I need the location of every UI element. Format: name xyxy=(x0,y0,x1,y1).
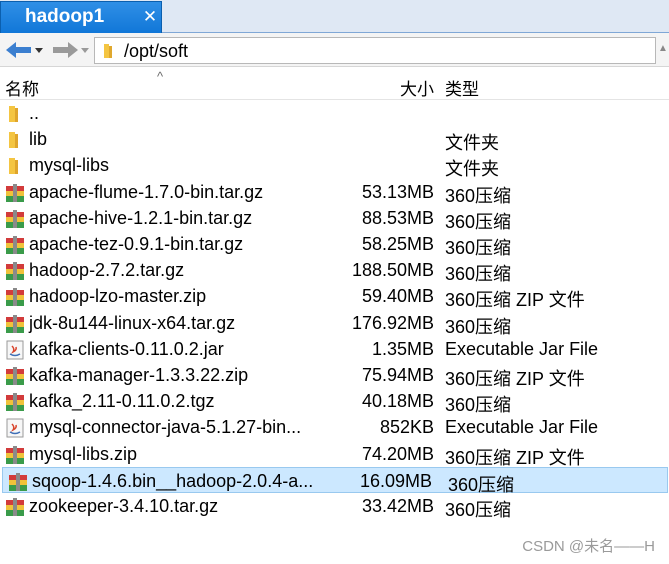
file-type: Executable Jar File xyxy=(445,338,599,359)
file-size: 40.18MB xyxy=(361,391,434,412)
archive-icon xyxy=(6,236,24,254)
file-size: 74.20MB xyxy=(361,443,434,464)
file-row[interactable]: sqoop-1.4.6.bin__hadoop-2.0.4-a... 16.09M… xyxy=(2,466,668,495)
file-name: mysql-libs xyxy=(29,155,110,176)
file-name: kafka-clients-0.11.0.2.jar xyxy=(29,338,224,359)
tab-bar: hadoop1 ✕ xyxy=(0,0,669,33)
file-name: kafka_2.11-0.11.0.2.tgz xyxy=(29,391,215,412)
file-type: 360压缩 xyxy=(445,264,512,285)
file-size: 75.94MB xyxy=(361,365,434,385)
archive-icon xyxy=(6,262,24,281)
column-type-header[interactable]: 类型 xyxy=(445,75,479,100)
file-row[interactable]: lib 文件夹 xyxy=(0,126,669,154)
file-size: 58.25MB xyxy=(361,234,434,254)
file-type: 360压缩 xyxy=(445,185,512,206)
file-size: 176.92MB xyxy=(351,312,434,333)
file-type: Executable Jar File xyxy=(445,417,599,438)
file-name: mysql-libs.zip xyxy=(29,443,138,464)
archive-icon xyxy=(6,367,24,385)
file-row[interactable]: kafka_2.11-0.11.0.2.tgz 40.18MB 360压缩 xyxy=(0,388,669,416)
archive-icon xyxy=(6,445,24,464)
back-arrow-icon[interactable] xyxy=(4,40,34,60)
file-name: mysql-connector-java-5.1.27-bin... xyxy=(29,417,302,438)
folder-icon xyxy=(9,106,18,122)
file-row[interactable]: kafka-clients-0.11.0.2.jar 1.35MB Executab… xyxy=(0,336,669,362)
folder-icon xyxy=(104,44,112,58)
archive-icon xyxy=(6,209,24,228)
file-name: lib xyxy=(29,129,48,150)
file-row[interactable]: hadoop-lzo-master.zip 59.40MB 360压缩 ZIP 文件 xyxy=(0,283,669,311)
file-size: 188.50MB xyxy=(351,260,434,281)
file-type: 360压缩 xyxy=(445,500,512,520)
file-name: jdk-8u144-linux-x64.tar.gz xyxy=(29,312,236,333)
folder-icon xyxy=(9,132,18,149)
file-name: hadoop-lzo-master.zip xyxy=(29,286,207,307)
file-row[interactable]: mysql-libs 文件夹 xyxy=(0,152,669,180)
file-size: 852KB xyxy=(379,417,434,438)
file-name: hadoop-2.7.2.tar.gz xyxy=(29,260,185,281)
watermark: CSDN @未名——H xyxy=(522,538,655,555)
file-row[interactable]: apache-hive-1.2.1-bin.tar.gz 88.53MB 360压缩 xyxy=(0,205,669,232)
file-name: apache-tez-0.9.1-bin.tar.gz xyxy=(29,234,244,254)
file-row[interactable]: mysql-libs.zip 74.20MB 360压缩 ZIP 文件 xyxy=(0,441,669,468)
column-name-header[interactable]: 名称 xyxy=(5,75,39,100)
address-bar: /opt/soft ▲ xyxy=(0,33,669,67)
file-type: 文件夹 xyxy=(445,133,499,154)
file-type: 360压缩 xyxy=(445,316,512,337)
file-name: .. xyxy=(29,103,40,123)
jar-icon xyxy=(6,418,24,438)
archive-icon xyxy=(6,183,24,202)
file-name: zookeeper-3.4.10.tar.gz xyxy=(29,496,219,516)
file-row[interactable]: .. xyxy=(0,100,669,126)
path-text: /opt/soft xyxy=(124,41,189,61)
file-type: 360压缩 xyxy=(445,395,512,416)
file-type: 360压缩 xyxy=(445,238,512,258)
folder-icon xyxy=(9,158,18,175)
archive-icon xyxy=(6,393,24,412)
file-size: 59.40MB xyxy=(361,286,434,307)
file-size: 33.42MB xyxy=(361,496,434,516)
archive-icon xyxy=(9,472,27,491)
file-type: 360压缩 ZIP 文件 xyxy=(445,290,585,311)
path-input[interactable]: /opt/soft xyxy=(94,37,656,64)
archive-icon xyxy=(6,498,24,516)
file-name: kafka-manager-1.3.3.22.zip xyxy=(29,365,249,385)
file-size: 16.09MB xyxy=(359,470,432,491)
file-type: 360压缩 ZIP 文件 xyxy=(445,447,585,468)
file-row[interactable]: zookeeper-3.4.10.tar.gz 33.42MB 360压缩 xyxy=(0,493,669,520)
forward-arrow-icon[interactable] xyxy=(50,40,80,60)
file-row[interactable]: kafka-manager-1.3.3.22.zip 75.94MB 360压缩 Z… xyxy=(0,362,669,389)
file-name: apache-flume-1.7.0-bin.tar.gz xyxy=(29,181,264,202)
scroll-up-icon[interactable]: ▲ xyxy=(658,43,668,54)
jar-icon xyxy=(6,340,24,360)
file-type: 文件夹 xyxy=(445,159,499,180)
column-size-header[interactable]: 大小 xyxy=(400,75,434,100)
file-row[interactable]: apache-flume-1.7.0-bin.tar.gz 53.13MB 360压… xyxy=(0,179,669,206)
file-size: 1.35MB xyxy=(371,338,434,359)
file-row[interactable]: hadoop-2.7.2.tar.gz 188.50MB 360压缩 xyxy=(0,257,669,285)
archive-icon xyxy=(6,314,24,333)
file-size: 88.53MB xyxy=(361,207,434,228)
file-row[interactable]: apache-tez-0.9.1-bin.tar.gz 58.25MB 360压缩 xyxy=(0,231,669,258)
archive-icon xyxy=(6,288,24,307)
file-row[interactable]: mysql-connector-java-5.1.27-bin... 852KB E… xyxy=(0,414,669,440)
file-type: 360压缩 xyxy=(445,211,512,232)
file-type: 360压缩 ZIP 文件 xyxy=(445,369,585,389)
file-name: apache-hive-1.2.1-bin.tar.gz xyxy=(29,207,253,228)
close-icon[interactable]: ✕ xyxy=(142,7,158,27)
column-header: 名称 ^ 大小 类型 xyxy=(0,67,669,100)
sort-ascending-icon: ^ xyxy=(157,69,164,84)
forward-dropdown-icon[interactable] xyxy=(80,40,90,60)
tab-hadoop1[interactable]: hadoop1 ✕ xyxy=(0,1,162,33)
file-name: sqoop-1.4.6.bin__hadoop-2.0.4-a... xyxy=(32,470,314,491)
file-row[interactable]: jdk-8u144-linux-x64.tar.gz 176.92MB 360压缩 xyxy=(0,310,669,337)
back-dropdown-icon[interactable] xyxy=(34,40,44,60)
file-size: 53.13MB xyxy=(361,181,434,202)
tab-title: hadoop1 xyxy=(25,6,105,27)
